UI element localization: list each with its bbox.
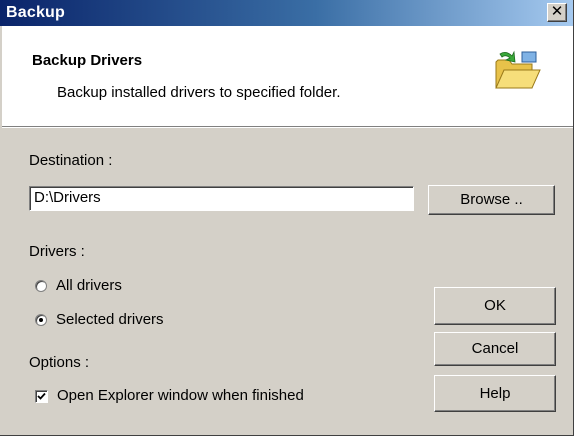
open-explorer-checkbox[interactable] [35, 390, 48, 403]
destination-label: Destination : [29, 152, 113, 169]
folder-backup-icon [495, 50, 541, 89]
radio-all-drivers-label: All drivers [56, 277, 122, 294]
window-title: Backup [6, 4, 65, 21]
close-icon: ✕ [550, 3, 564, 20]
header-title: Backup Drivers [32, 52, 143, 69]
radio-selected-drivers-label: Selected drivers [56, 311, 164, 328]
open-explorer-label: Open Explorer window when finished [57, 387, 304, 404]
options-label: Options : [29, 354, 90, 371]
header-panel: Backup Drivers Backup installed drivers … [2, 26, 573, 126]
cancel-button[interactable]: Cancel [434, 332, 556, 366]
radio-button[interactable] [35, 314, 47, 326]
radio-button[interactable] [35, 280, 47, 292]
ok-button[interactable]: OK [434, 287, 556, 325]
header-separator-highlight [2, 127, 573, 128]
backup-dialog: Backup ✕ Backup Drivers Backup installed… [0, 0, 574, 436]
title-bar[interactable]: Backup ✕ [0, 0, 573, 26]
close-button[interactable]: ✕ [547, 3, 567, 22]
header-description: Backup installed drivers to specified fo… [57, 84, 341, 101]
checkmark-icon [37, 392, 46, 400]
help-button[interactable]: Help [434, 375, 556, 412]
radio-selected-dot [39, 318, 43, 322]
destination-input[interactable]: D:\Drivers [29, 186, 414, 211]
drivers-label: Drivers : [29, 243, 85, 260]
browse-button[interactable]: Browse .. [428, 185, 555, 215]
